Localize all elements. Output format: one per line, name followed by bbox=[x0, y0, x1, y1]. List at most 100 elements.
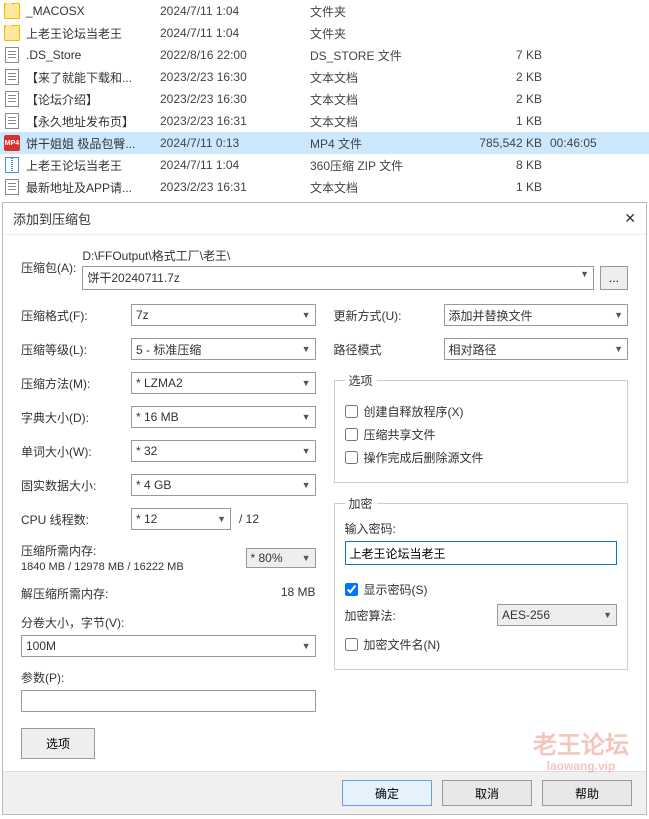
file-size: 8 KB bbox=[470, 158, 550, 172]
word-label: 单词大小(W): bbox=[21, 443, 131, 460]
file-type: 文件夹 bbox=[310, 25, 470, 42]
file-row[interactable]: 【来了就能下载和... 2023/2/23 16:30文本文档2 KB bbox=[0, 66, 649, 88]
file-row[interactable]: MP4饼干姐姐 极品包臀...2024/7/11 0:13MP4 文件785,5… bbox=[0, 132, 649, 154]
file-name: 上老王论坛当老王 bbox=[26, 25, 122, 42]
file-date: 2023/2/23 16:31 bbox=[160, 180, 310, 194]
file-type: 文本文档 bbox=[310, 69, 470, 86]
chevron-down-icon: ▼ bbox=[614, 344, 623, 354]
chevron-down-icon: ▼ bbox=[302, 446, 311, 456]
browse-button[interactable]: ... bbox=[600, 266, 628, 290]
chevron-down-icon: ▼ bbox=[302, 480, 311, 490]
file-duration: 00:46:05 bbox=[550, 136, 597, 150]
file-date: 2023/2/23 16:30 bbox=[160, 70, 310, 84]
mem-compress-label: 压缩所需内存: bbox=[21, 542, 184, 559]
file-name: 饼干姐姐 极品包臀... bbox=[26, 135, 135, 152]
split-label: 分卷大小，字节(V): bbox=[21, 614, 316, 631]
share-checkbox[interactable]: 压缩共享文件 bbox=[345, 426, 618, 443]
show-password-checkbox[interactable]: 显示密码(S) bbox=[345, 581, 618, 598]
password-label: 输入密码: bbox=[345, 520, 618, 537]
chevron-down-icon: ▼ bbox=[302, 553, 311, 563]
file-name: 最新地址及APP请... bbox=[26, 179, 132, 196]
mem-decompress-value: 18 MB bbox=[281, 585, 316, 602]
mem-percent-select[interactable]: * 80%▼ bbox=[246, 548, 316, 568]
level-select[interactable]: 5 - 标准压缩▼ bbox=[131, 338, 316, 360]
ok-button[interactable]: 确定 bbox=[342, 780, 432, 806]
text-icon bbox=[4, 91, 20, 107]
password-input[interactable] bbox=[345, 541, 618, 565]
text-icon bbox=[4, 179, 20, 195]
chevron-down-icon: ▼ bbox=[614, 310, 623, 320]
file-date: 2024/7/11 1:04 bbox=[160, 4, 310, 18]
file-row[interactable]: 【永久地址发布页】2023/2/23 16:31文本文档1 KB bbox=[0, 110, 649, 132]
solid-select[interactable]: * 4 GB▼ bbox=[131, 474, 316, 496]
file-name: _MACOSX bbox=[26, 4, 85, 18]
file-size: 785,542 KB bbox=[470, 136, 550, 150]
folder-icon bbox=[4, 25, 20, 41]
file-row[interactable]: _MACOSX 2024/7/11 1:04文件夹 bbox=[0, 0, 649, 22]
chevron-down-icon: ▼ bbox=[580, 269, 589, 279]
file-row[interactable]: 上老王论坛当老王2024/7/11 1:04360压缩 ZIP 文件8 KB bbox=[0, 154, 649, 176]
cpu-label: CPU 线程数: bbox=[21, 511, 131, 528]
method-select[interactable]: * LZMA2▼ bbox=[131, 372, 316, 394]
chevron-down-icon: ▼ bbox=[603, 610, 612, 620]
split-size-input[interactable]: 100M▼ bbox=[21, 635, 316, 657]
dict-label: 字典大小(D): bbox=[21, 409, 131, 426]
chevron-down-icon: ▼ bbox=[217, 514, 226, 524]
word-select[interactable]: * 32▼ bbox=[131, 440, 316, 462]
file-date: 2024/7/11 1:04 bbox=[160, 158, 310, 172]
dict-select[interactable]: * 16 MB▼ bbox=[131, 406, 316, 428]
method-label: 压缩方法(M): bbox=[21, 375, 131, 392]
file-list: _MACOSX2024/7/11 1:04文件夹上老王论坛当老王2024/7/1… bbox=[0, 0, 649, 198]
options-group: 选项 创建自释放程序(X) 压缩共享文件 操作完成后删除源文件 bbox=[334, 372, 629, 483]
chevron-down-icon: ▼ bbox=[302, 641, 311, 651]
file-date: 2023/2/23 16:31 bbox=[160, 114, 310, 128]
pathmode-label: 路径模式 bbox=[334, 341, 444, 358]
pathmode-select[interactable]: 相对路径▼ bbox=[444, 338, 629, 360]
file-size: 7 KB bbox=[470, 48, 550, 62]
mem-decompress-label: 解压缩所需内存: bbox=[21, 585, 108, 602]
chevron-down-icon: ▼ bbox=[302, 310, 311, 320]
file-date: 2024/7/11 0:13 bbox=[160, 136, 310, 150]
update-select[interactable]: 添加并替换文件▼ bbox=[444, 304, 629, 326]
archive-path-text: D:\FFOutput\格式工厂\老王\ bbox=[82, 247, 628, 264]
file-name: 【论坛介绍】 bbox=[26, 91, 98, 108]
enc-method-label: 加密算法: bbox=[345, 607, 396, 624]
file-row[interactable]: .DS_Store2022/8/16 22:00DS_STORE 文件7 KB bbox=[0, 44, 649, 66]
chevron-down-icon: ▼ bbox=[302, 412, 311, 422]
encrypt-names-checkbox[interactable]: 加密文件名(N) bbox=[345, 636, 618, 653]
format-label: 压缩格式(F): bbox=[21, 307, 131, 324]
format-select[interactable]: 7z▼ bbox=[131, 304, 316, 326]
delete-after-checkbox[interactable]: 操作完成后删除源文件 bbox=[345, 449, 618, 466]
param-label: 参数(P): bbox=[21, 669, 316, 686]
mem-compress-value: 1840 MB / 12978 MB / 16222 MB bbox=[21, 561, 184, 573]
encryption-legend: 加密 bbox=[345, 495, 377, 512]
enc-method-select[interactable]: AES-256▼ bbox=[497, 604, 617, 626]
level-label: 压缩等级(L): bbox=[21, 341, 131, 358]
file-type: 文件夹 bbox=[310, 3, 470, 20]
cpu-select[interactable]: * 12▼ bbox=[131, 508, 231, 530]
file-name: 【来了就能下载和... bbox=[26, 69, 132, 86]
file-name: .DS_Store bbox=[26, 48, 81, 62]
file-date: 2022/8/16 22:00 bbox=[160, 48, 310, 62]
file-date: 2023/2/23 16:30 bbox=[160, 92, 310, 106]
parameters-input[interactable] bbox=[21, 690, 316, 712]
encryption-group: 加密 输入密码: 显示密码(S) 加密算法: AES-256▼ 加密文件名(N) bbox=[334, 495, 629, 670]
sfx-checkbox[interactable]: 创建自释放程序(X) bbox=[345, 403, 618, 420]
options-button[interactable]: 选项 bbox=[21, 728, 95, 759]
file-row[interactable]: 上老王论坛当老王 2024/7/11 1:04文件夹 bbox=[0, 22, 649, 44]
archive-file-input[interactable]: 饼干20240711.7z ▼ bbox=[82, 266, 594, 290]
cancel-button[interactable]: 取消 bbox=[442, 780, 532, 806]
file-date: 2024/7/11 1:04 bbox=[160, 26, 310, 40]
dialog-title: 添加到压缩包 bbox=[13, 209, 91, 228]
text-icon bbox=[4, 69, 20, 85]
file-row[interactable]: 最新地址及APP请...2023/2/23 16:31文本文档1 KB bbox=[0, 176, 649, 198]
options-legend: 选项 bbox=[345, 372, 377, 389]
file-row[interactable]: 【论坛介绍】2023/2/23 16:30文本文档2 KB bbox=[0, 88, 649, 110]
file-size: 2 KB bbox=[470, 70, 550, 84]
add-to-archive-dialog: 添加到压缩包 ✕ 压缩包(A): D:\FFOutput\格式工厂\老王\ 饼干… bbox=[2, 202, 647, 815]
file-type: 文本文档 bbox=[310, 113, 470, 130]
mp4-icon: MP4 bbox=[4, 135, 20, 151]
close-icon[interactable]: ✕ bbox=[624, 210, 636, 227]
help-button[interactable]: 帮助 bbox=[542, 780, 632, 806]
cpu-total: / 12 bbox=[239, 512, 259, 526]
